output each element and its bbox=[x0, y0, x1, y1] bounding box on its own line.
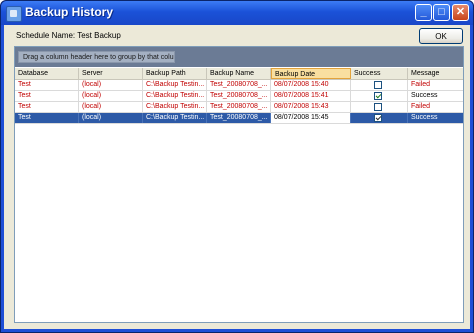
cell-success bbox=[351, 113, 408, 123]
cell-database: Test bbox=[15, 102, 79, 112]
success-checkbox[interactable] bbox=[374, 92, 382, 100]
title-bar[interactable]: Backup History _ □ ✕ bbox=[1, 1, 473, 25]
minimize-button[interactable]: _ bbox=[415, 4, 432, 21]
close-button[interactable]: ✕ bbox=[452, 4, 469, 21]
cell-success bbox=[351, 102, 408, 112]
cell-message: Failed bbox=[411, 103, 431, 110]
ok-button[interactable]: OK bbox=[419, 28, 463, 44]
backup-history-grid[interactable]: Drag a column header here to group by th… bbox=[14, 46, 464, 323]
group-by-area[interactable]: Drag a column header here to group by th… bbox=[15, 47, 463, 67]
cell-backup-path: C:\Backup Testin... bbox=[143, 91, 207, 101]
grid-header: Database Server Backup Path Backup Name … bbox=[15, 68, 463, 80]
cell-database: Test bbox=[15, 113, 79, 123]
cell-backup-date: 08/07/2008 15:45 bbox=[271, 113, 351, 123]
cell-backup-date: 08/07/2008 15:43 bbox=[271, 102, 351, 112]
cell-success bbox=[351, 91, 408, 101]
table-row[interactable]: Test (local) C:\Backup Testin... Test_20… bbox=[15, 91, 463, 102]
success-checkbox[interactable] bbox=[374, 114, 382, 122]
cell-server: (local) bbox=[79, 80, 143, 90]
cell-backup-path: C:\Backup Testin... bbox=[143, 113, 207, 123]
cell-backup-date: 08/07/2008 15:41 bbox=[271, 91, 351, 101]
dialog-body: Schedule Name: Test Backup OK Drag a col… bbox=[4, 25, 470, 329]
cell-success bbox=[351, 80, 408, 90]
column-header-backup-name[interactable]: Backup Name bbox=[207, 68, 271, 79]
cell-backup-date: 08/07/2008 15:40 bbox=[271, 80, 351, 90]
table-row-selected[interactable]: Test (local) C:\Backup Testin... Test_20… bbox=[15, 113, 463, 124]
cell-message: Success bbox=[411, 92, 438, 99]
window-title: Backup History bbox=[25, 5, 114, 19]
cell-message: Success bbox=[411, 114, 438, 121]
cell-backup-path: C:\Backup Testin... bbox=[143, 80, 207, 90]
group-by-hint: Drag a column header here to group by th… bbox=[18, 51, 175, 63]
table-row[interactable]: Test (local) C:\Backup Testin... Test_20… bbox=[15, 80, 463, 91]
cell-message: Failed bbox=[411, 81, 431, 88]
column-header-database[interactable]: Database bbox=[15, 68, 79, 79]
cell-database: Test bbox=[15, 91, 79, 101]
cell-backup-name: Test_20080708_... bbox=[207, 91, 271, 101]
cell-database: Test bbox=[15, 80, 79, 90]
success-checkbox[interactable] bbox=[374, 103, 382, 111]
success-checkbox[interactable] bbox=[374, 81, 382, 89]
app-icon bbox=[6, 6, 22, 22]
cell-backup-name: Test_20080708_... bbox=[207, 80, 271, 90]
column-header-backup-date[interactable]: Backup Date bbox=[271, 68, 351, 79]
cell-backup-name: Test_20080708_... bbox=[207, 102, 271, 112]
cell-server: (local) bbox=[79, 102, 143, 112]
column-header-success[interactable]: Success bbox=[351, 68, 408, 79]
cell-server: (local) bbox=[79, 91, 143, 101]
column-header-message[interactable]: Message bbox=[408, 68, 463, 79]
table-row[interactable]: Test (local) C:\Backup Testin... Test_20… bbox=[15, 102, 463, 113]
cell-server: (local) bbox=[79, 113, 143, 123]
backup-history-window: Backup History _ □ ✕ Schedule Name: Test… bbox=[0, 0, 474, 333]
column-header-backup-path[interactable]: Backup Path bbox=[143, 68, 207, 79]
cell-backup-path: C:\Backup Testin... bbox=[143, 102, 207, 112]
cell-backup-name: Test_20080708_... bbox=[207, 113, 271, 123]
maximize-button[interactable]: □ bbox=[433, 4, 450, 21]
column-header-server[interactable]: Server bbox=[79, 68, 143, 79]
schedule-name-label: Schedule Name: Test Backup bbox=[16, 31, 121, 40]
